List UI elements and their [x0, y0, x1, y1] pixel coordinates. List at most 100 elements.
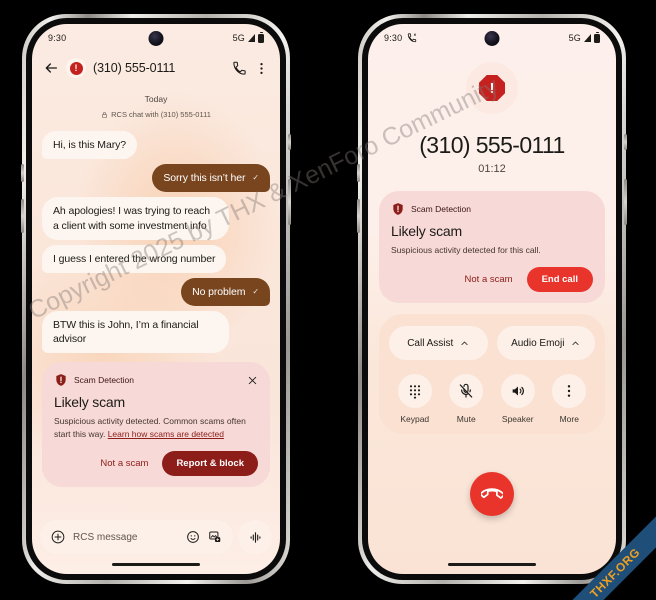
- add-icon[interactable]: [51, 530, 65, 544]
- message-bubble-received[interactable]: BTW this is John, I’m a financial adviso…: [42, 311, 229, 354]
- message-row: Sorry this isn’t her ✓: [42, 164, 270, 193]
- call-chip-row: Call Assist Audio Emoji: [389, 326, 595, 361]
- side-button[interactable]: [624, 179, 627, 225]
- phone-device-messages: 9:30 5G ! (310) 555-0111 Today RCS chat …: [21, 14, 291, 584]
- battery-icon: [594, 31, 600, 43]
- caller-number: (310) 555-0111: [419, 132, 565, 158]
- end-call-icon: [481, 488, 503, 499]
- voice-message-button[interactable]: [238, 520, 272, 554]
- not-a-scam-button[interactable]: Not a scam: [465, 274, 513, 285]
- status-bar-network: 5G: [568, 33, 581, 43]
- phone-screen-messages: 9:30 5G ! (310) 555-0111 Today RCS chat …: [32, 24, 280, 574]
- hangup-area: [368, 434, 616, 554]
- phone-screen-call: 9:30 5G ! (310) 555-0111 01:12 Scam Dete…: [368, 24, 616, 574]
- scam-detection-card: Scam Detection Likely scam Suspicious ac…: [42, 362, 270, 487]
- keypad-button[interactable]: Keypad: [389, 374, 441, 424]
- more-vertical-icon: [568, 385, 571, 398]
- phone-in-call-icon: [408, 33, 417, 43]
- chevron-up-icon: [461, 341, 468, 345]
- message-bubble-sent[interactable]: Sorry this isn’t her ✓: [152, 164, 270, 193]
- volume-down-button[interactable]: [21, 199, 24, 233]
- volume-up-button[interactable]: [21, 164, 24, 182]
- back-arrow-icon[interactable]: [43, 60, 59, 76]
- scam-card-header: Scam Detection: [391, 202, 593, 216]
- shield-warning-icon: [56, 374, 66, 387]
- scam-card-actions: Not a scam End call: [391, 267, 593, 293]
- phone-bezel: 9:30 5G ! (310) 555-0111 Today RCS chat …: [26, 18, 286, 580]
- message-bubble-received[interactable]: Ah apologies! I was trying to reach a cl…: [42, 197, 229, 240]
- scam-card-source: Scam Detection: [74, 375, 134, 386]
- keypad-icon: [409, 385, 420, 400]
- scam-card-source: Scam Detection: [411, 204, 471, 214]
- call-header: ! (310) 555-0111 01:12: [368, 52, 616, 175]
- call-controls-panel: Call Assist Audio Emoji Keypad Mute Spea…: [379, 314, 605, 435]
- stop-sign-warning-icon: !: [479, 75, 505, 101]
- keypad-button-circle: [397, 374, 432, 409]
- signal-bars-icon: [248, 34, 255, 42]
- keypad-label: Keypad: [400, 414, 430, 425]
- side-button[interactable]: [288, 179, 291, 225]
- audio-emoji-label: Audio Emoji: [511, 337, 565, 349]
- scam-detection-card: Scam Detection Likely scam Suspicious ac…: [379, 191, 605, 304]
- message-row: Hi, is this Mary?: [42, 131, 270, 160]
- status-bar-network: 5G: [232, 33, 245, 43]
- power-button[interactable]: [624, 134, 627, 150]
- emoji-icon[interactable]: [186, 530, 200, 544]
- screenshot-stage: 9:30 5G ! (310) 555-0111 Today RCS chat …: [0, 0, 656, 600]
- phone-call-icon[interactable]: [232, 61, 247, 76]
- delivery-status-icon: ✓: [252, 286, 259, 296]
- message-text: Sorry this isn’t her: [163, 172, 246, 185]
- speaker-button[interactable]: Speaker: [492, 374, 544, 424]
- home-indicator[interactable]: [448, 562, 536, 566]
- front-camera: [148, 31, 164, 46]
- more-vertical-icon[interactable]: [254, 61, 269, 76]
- message-text: No problem: [192, 285, 246, 298]
- status-bar: 9:30 5G: [368, 24, 616, 52]
- message-bubble-received[interactable]: Hi, is this Mary?: [42, 131, 137, 160]
- scam-card-description: Suspicious activity detected. Common sca…: [54, 415, 258, 440]
- power-button[interactable]: [288, 134, 291, 150]
- scam-card-learn-link[interactable]: Learn how scams are detected: [108, 429, 224, 439]
- front-camera: [484, 31, 500, 46]
- scam-card-title: Likely scam: [54, 394, 125, 411]
- report-and-block-button[interactable]: Report & block: [162, 451, 258, 476]
- home-indicator-area: [368, 554, 616, 574]
- message-bubble-received[interactable]: I guess I entered the wrong number: [42, 244, 227, 273]
- message-row: Ah apologies! I was trying to reach a cl…: [42, 197, 270, 240]
- more-button[interactable]: More: [544, 374, 596, 424]
- more-label: More: [559, 414, 579, 425]
- image-attach-icon[interactable]: [208, 530, 222, 544]
- mute-button[interactable]: Mute: [441, 374, 493, 424]
- close-icon[interactable]: [247, 375, 258, 386]
- message-list[interactable]: Today RCS chat with (310) 555-0111 Hi, i…: [32, 86, 280, 514]
- volume-up-button[interactable]: [357, 164, 360, 182]
- not-a-scam-button[interactable]: Not a scam: [100, 458, 148, 469]
- rcs-note: RCS chat with (310) 555-0111: [42, 110, 270, 119]
- message-input[interactable]: RCS message: [73, 532, 178, 543]
- mute-label: Mute: [456, 414, 476, 425]
- end-call-button[interactable]: [470, 472, 514, 517]
- chevron-up-icon: [572, 341, 579, 345]
- signal-bars-icon: [584, 34, 591, 42]
- scam-card-header: Scam Detection: [54, 373, 258, 387]
- delivery-status-icon: ✓: [252, 172, 259, 182]
- call-assist-chip[interactable]: Call Assist: [389, 326, 488, 361]
- message-row: I guess I entered the wrong number: [42, 244, 270, 273]
- volume-down-button[interactable]: [357, 199, 360, 233]
- scam-card-actions: Not a scam Report & block: [54, 451, 258, 476]
- rcs-note-text: RCS chat with (310) 555-0111: [111, 110, 211, 119]
- day-separator: Today: [144, 94, 168, 104]
- status-bar-time: 9:30: [384, 33, 403, 43]
- home-indicator-area: [32, 554, 280, 574]
- composer-area: RCS message: [32, 514, 280, 554]
- composer[interactable]: RCS message: [40, 520, 233, 554]
- avatar[interactable]: !: [66, 58, 86, 78]
- mic-off-icon: [459, 384, 473, 398]
- thread-title: (310) 555-0111: [93, 61, 176, 75]
- home-indicator[interactable]: [112, 562, 200, 566]
- status-bar: 9:30 5G: [32, 24, 280, 52]
- end-call-card-button[interactable]: End call: [526, 267, 593, 293]
- message-bubble-sent[interactable]: No problem ✓: [181, 277, 270, 307]
- scam-card-title: Likely scam: [391, 223, 462, 239]
- audio-emoji-chip[interactable]: Audio Emoji: [496, 326, 595, 361]
